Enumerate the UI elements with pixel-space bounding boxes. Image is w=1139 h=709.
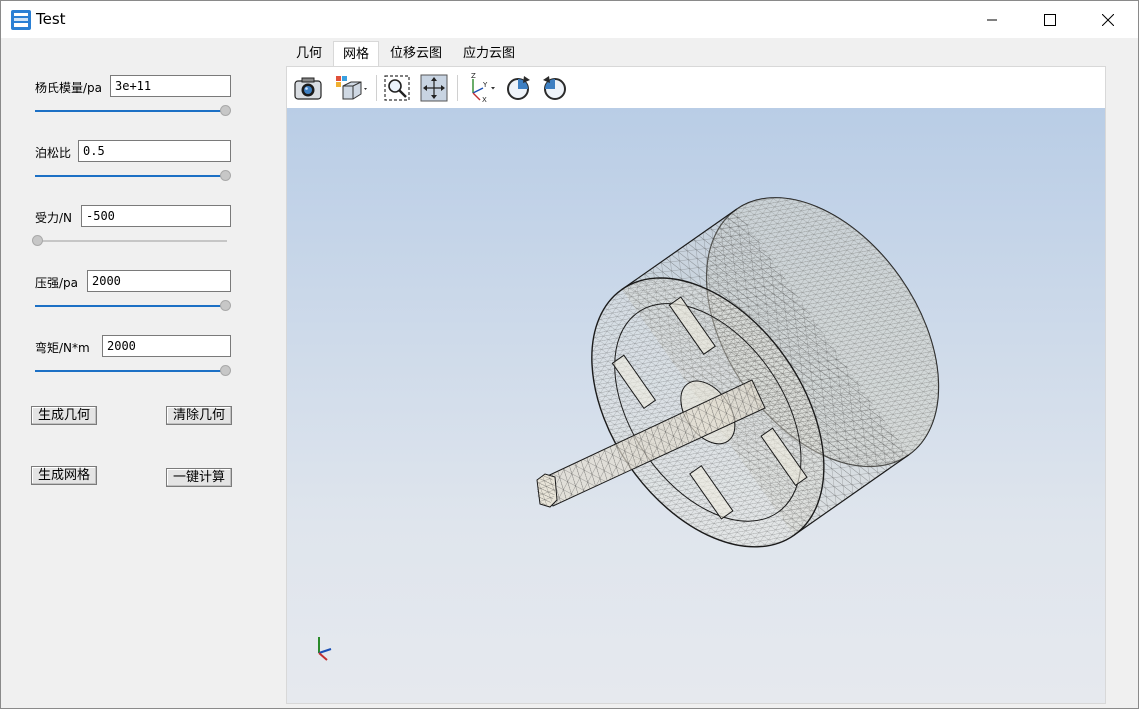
app-icon xyxy=(11,10,31,30)
one-click-compute-button[interactable]: 一键计算 xyxy=(166,468,232,487)
youngs-modulus-label: 杨氏模量/pa xyxy=(35,81,103,95)
youngs-modulus-slider[interactable] xyxy=(35,105,231,117)
view-toolbar: Z Y X xyxy=(287,67,1105,108)
slider-fill xyxy=(35,175,225,177)
maximize-icon xyxy=(1044,13,1056,26)
axes-triad xyxy=(318,637,332,661)
svg-text:X: X xyxy=(482,96,487,103)
close-button[interactable] xyxy=(1079,1,1137,38)
pressure-input[interactable]: 2000 xyxy=(87,270,231,292)
pan-icon[interactable] xyxy=(419,74,449,102)
moment-input[interactable]: 2000 xyxy=(102,335,231,357)
view-cube-icon[interactable] xyxy=(334,74,370,102)
moment-label: 弯矩/N*m xyxy=(35,341,90,355)
window-title: Test xyxy=(36,10,66,28)
tab-displacement[interactable]: 位移云图 xyxy=(380,41,452,66)
generate-geometry-button[interactable]: 生成几何 xyxy=(31,406,97,425)
slider-handle[interactable] xyxy=(32,235,43,246)
slider-fill xyxy=(35,305,225,307)
svg-text:Y: Y xyxy=(482,81,488,89)
mesh-model xyxy=(318,197,940,661)
clear-geometry-button[interactable]: 清除几何 xyxy=(166,406,232,425)
poisson-ratio-input[interactable]: 0.5 xyxy=(78,140,231,162)
force-label: 受力/N xyxy=(35,211,73,225)
slider-fill xyxy=(35,110,225,112)
moment-slider[interactable] xyxy=(35,365,231,377)
app-window: Test 杨氏模量/pa 3e+11 泊松比 0.5 受力/N -500 压强/… xyxy=(0,0,1139,709)
slider-handle[interactable] xyxy=(220,365,231,376)
slider-handle[interactable] xyxy=(220,105,231,116)
force-slider[interactable] xyxy=(31,235,231,247)
mesh-panel: Z Y X xyxy=(286,66,1106,704)
slider-fill xyxy=(35,370,225,372)
maximize-button[interactable] xyxy=(1021,1,1079,38)
force-input[interactable]: -500 xyxy=(81,205,231,227)
minimize-icon xyxy=(987,19,997,20)
minimize-button[interactable] xyxy=(963,1,1021,38)
toolbar-separator xyxy=(376,75,377,101)
camera-icon[interactable] xyxy=(292,74,324,102)
rotate-ccw-icon[interactable] xyxy=(540,74,570,102)
slider-handle[interactable] xyxy=(220,300,231,311)
close-icon xyxy=(1102,13,1114,26)
youngs-modulus-input[interactable]: 3e+11 xyxy=(110,75,231,97)
title-bar[interactable]: Test xyxy=(1,1,1138,38)
svg-text:Z: Z xyxy=(471,73,476,80)
parameter-panel: 杨氏模量/pa 3e+11 泊松比 0.5 受力/N -500 压强/pa 20… xyxy=(1,38,286,708)
axes-icon[interactable]: Z Y X xyxy=(463,73,499,103)
rotate-cw-icon[interactable] xyxy=(503,74,533,102)
zoom-window-icon[interactable] xyxy=(382,74,412,102)
generate-mesh-button[interactable]: 生成网格 xyxy=(31,466,97,485)
pressure-label: 压强/pa xyxy=(35,276,79,290)
poisson-ratio-label: 泊松比 xyxy=(35,146,72,160)
3d-viewport[interactable] xyxy=(287,108,1105,703)
toolbar-separator xyxy=(457,75,458,101)
tab-mesh[interactable]: 网格 xyxy=(333,41,379,66)
pressure-slider[interactable] xyxy=(35,300,231,312)
tab-stress[interactable]: 应力云图 xyxy=(453,41,525,66)
slider-handle[interactable] xyxy=(220,170,231,181)
poisson-ratio-slider[interactable] xyxy=(35,170,231,182)
tab-geometry[interactable]: 几何 xyxy=(286,41,332,66)
slider-track xyxy=(35,240,227,242)
